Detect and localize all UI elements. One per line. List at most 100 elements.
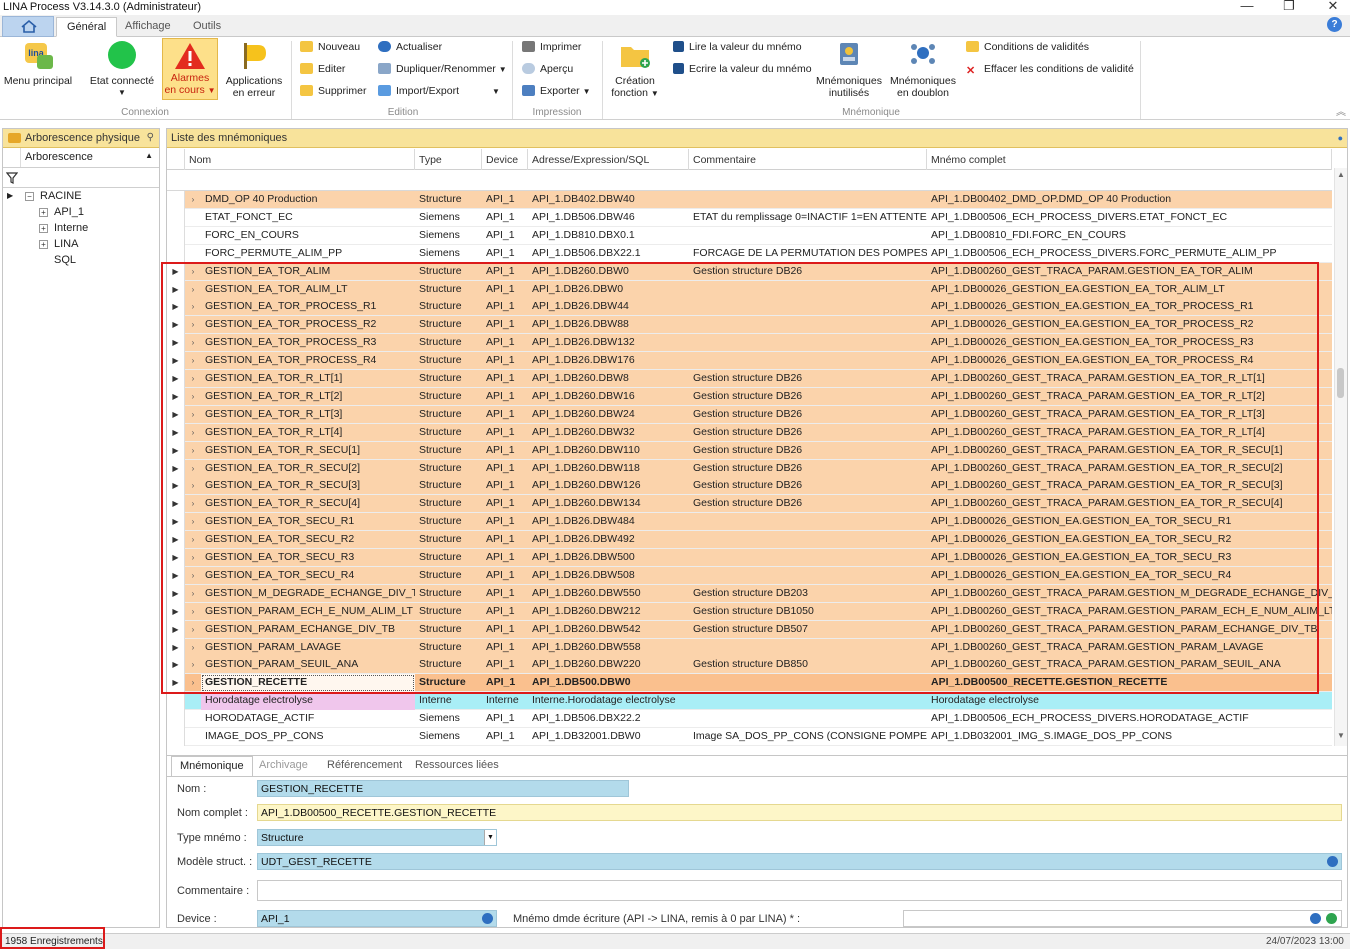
applications-erreur-button[interactable]: Applications en erreur [222,41,286,99]
exporter-button[interactable]: Exporter ▼ [522,82,591,100]
create-function-folder-icon [621,47,650,68]
etat-connecte-button[interactable]: Etat connecté ▼ [86,41,158,99]
expand-row-icon[interactable] [185,209,201,227]
row-indicator [167,208,185,227]
import-export-icon [378,85,391,96]
tab-general[interactable]: Général [56,17,118,37]
grid-scrollbar[interactable]: ▲ ▼ [1334,168,1347,746]
home-tab[interactable] [2,16,54,37]
status-datetime: 24/07/2023 13:00 [1266,936,1344,947]
table-row[interactable]: IMAGE_DOS_PP_CONS Siemens API_1 API_1.DB320… [167,728,1332,746]
tab-mnemonique[interactable]: Mnémonique [171,756,253,776]
apercu-button[interactable]: Aperçu [522,60,573,78]
editer-button[interactable]: Editer [300,60,345,78]
go-to-icon[interactable] [1310,913,1321,924]
chevron-down-icon[interactable]: ▼ [484,830,496,845]
scroll-down-icon[interactable]: ▼ [1337,731,1345,740]
column-header[interactable]: Adresse/Expression/SQL [528,149,689,170]
scroll-up-icon[interactable]: ▲ [1337,170,1345,179]
table-row[interactable]: FORC_EN_COURS Siemens API_1 API_1.DB810.DBX… [167,226,1332,245]
mnemoniques-inutilises-button[interactable]: Mnémoniques inutilisés [814,39,884,99]
actualiser-button[interactable]: Actualiser [378,38,442,56]
lire-valeur-button[interactable]: Lire la valeur du mnémo [673,38,802,56]
expand-row-icon[interactable] [185,692,201,710]
table-cell: Structure [419,193,462,205]
tab-affichage[interactable]: Affichage [115,17,181,37]
expand-row-icon[interactable] [185,245,201,263]
column-header[interactable]: Mnémo complet [927,149,1332,170]
table-cell: FORCAGE DE LA PERMUTATION DES POMPES D .… [693,246,927,259]
tab-referencement[interactable]: Référencement [319,756,410,776]
write-icon [673,63,684,74]
add-icon[interactable] [1326,913,1337,924]
tree-item[interactable]: ▶ − RACINE [3,188,159,204]
duplicate-mnemonics-icon [911,44,935,64]
scroll-thumb[interactable] [1337,368,1344,398]
expand-row-icon[interactable] [185,728,201,746]
go-to-icon[interactable] [482,913,493,924]
tree-item[interactable]: + LINA [3,236,159,252]
refresh-icon [378,41,391,52]
help-icon[interactable]: ? [1327,17,1342,32]
creation-fonction-button[interactable]: Création fonction ▼ [604,41,666,100]
expand-icon[interactable]: + [39,207,48,217]
grid-header: Nom Type Device Adresse/Expression/SQL Comme… [167,149,1332,170]
expand-row-icon[interactable] [185,227,201,245]
close-icon[interactable]: ✕ [1318,0,1348,14]
nom-field[interactable]: GESTION_RECETTE [257,780,629,797]
tree-item[interactable]: + Interne [3,220,159,236]
tab-ressources-liees[interactable]: Ressources liées [407,756,507,776]
mnemoniques-doublon-button[interactable]: Mnémoniques en doublon [888,39,958,99]
grid-panel-header: Liste des mnémoniques ● [167,129,1347,148]
ecrire-valeur-button[interactable]: Ecrire la valeur du mnémo [673,60,812,78]
collapse-ribbon-icon[interactable]: ︽ [1336,103,1346,118]
tree-item[interactable]: SQL [3,252,159,268]
effacer-conditions-button[interactable]: ✕ Effacer les conditions de validité [966,60,1134,78]
nouveau-button[interactable]: Nouveau [300,38,360,56]
row-indicator [167,728,185,746]
maximize-icon[interactable]: ❐ [1274,0,1304,14]
table-row[interactable]: FORC_PERMUTE_ALIM_PP Siemens API_1 API_1.DB… [167,244,1332,263]
tree-item[interactable]: + API_1 [3,204,159,220]
commentaire-field[interactable] [257,880,1342,901]
column-header[interactable]: Nom [185,149,415,170]
tree-column-header[interactable]: Arborescence ▲ [3,148,159,168]
expand-icon[interactable]: + [39,239,48,249]
tab-outils[interactable]: Outils [183,17,231,37]
table-cell: API_1.DB402.DBW40 [532,193,635,205]
import-export-button[interactable]: Import/Export ▼ [378,82,500,100]
pin-icon[interactable]: ⚲ [147,129,154,147]
conditions-validite-button[interactable]: Conditions de validités [966,38,1089,56]
column-header[interactable]: Device [482,149,528,170]
minimize-icon[interactable]: — [1232,0,1262,14]
expand-row-icon[interactable]: › [185,191,201,209]
tree-filter-row[interactable] [3,168,159,188]
table-row[interactable]: HORODATAGE_ACTIF Siemens API_1 API_1.DB506.… [167,710,1332,729]
supprimer-button[interactable]: Supprimer [300,82,366,100]
table-row[interactable]: ETAT_FONCT_EC Siemens API_1 API_1.DB506.DBW… [167,208,1332,227]
type-mnemo-select[interactable]: Structure ▼ [257,829,497,846]
dupliquer-button[interactable]: Dupliquer/Renommer ▼ [378,60,507,78]
column-header[interactable]: Commentaire [689,149,927,170]
go-to-icon[interactable] [1327,856,1338,867]
chevron-down-icon[interactable]: ● [1338,129,1343,147]
nom-complet-field[interactable]: API_1.DB00500_RECETTE.GESTION_RECETTE [257,804,1342,821]
ribbon-separator [1140,41,1141,119]
expand-icon[interactable]: − [25,191,34,201]
table-cell: FORC_EN_COURS [205,228,299,241]
modele-struct-field[interactable]: UDT_GEST_RECETTE [257,853,1342,870]
expand-icon[interactable]: + [39,223,48,233]
menu-principal-button[interactable]: lina Menu principal [2,41,74,87]
alarmes-button[interactable]: Alarmes en cours ▼ [162,38,218,100]
ecriture-field[interactable] [903,910,1342,927]
current-row-icon: ▶ [7,191,14,200]
grid-filter-row[interactable] [167,170,1332,191]
table-cell: Interne [419,694,452,707]
column-header[interactable]: Type [415,149,482,170]
table-row[interactable]: › DMD_OP 40 Production Structure API_1 API_1… [167,191,1332,209]
imprimer-button[interactable]: Imprimer [522,38,581,56]
device-field[interactable]: API_1 [257,910,497,927]
table-row[interactable]: Horodatage electrolyse Interne Interne Inte… [167,692,1332,711]
expand-row-icon[interactable] [185,710,201,728]
tab-archivage[interactable]: Archivage [251,756,316,776]
